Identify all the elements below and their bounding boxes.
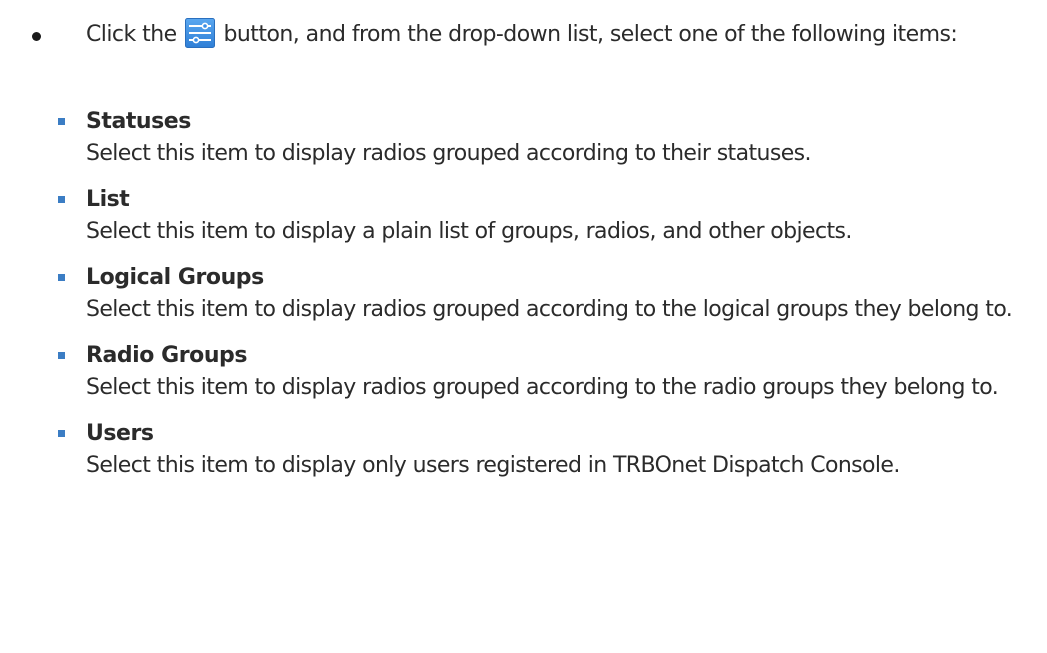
list-item: Logical Groups Select this item to displ… — [58, 262, 1041, 326]
square-bullet — [58, 274, 65, 281]
option-description: Select this item to display radios group… — [86, 141, 811, 166]
option-description: Select this item to display a plain list… — [86, 219, 852, 244]
list-item: Radio Groups Select this item to display… — [58, 340, 1041, 404]
option-title: Statuses — [86, 109, 191, 134]
option-title: List — [86, 187, 130, 212]
square-bullet — [58, 430, 65, 437]
instruction-item: Click the button, and from the drop-down… — [32, 18, 1042, 51]
option-title: Logical Groups — [86, 265, 264, 290]
list-item: List Select this item to display a plain… — [58, 184, 1041, 248]
instruction-text: Click the button, and from the drop-down… — [86, 18, 1042, 51]
option-title: Users — [86, 421, 154, 446]
option-description: Select this item to display only users r… — [86, 453, 900, 478]
square-bullet — [58, 196, 65, 203]
square-bullet — [58, 352, 65, 359]
option-list: Statuses Select this item to display rad… — [58, 106, 1041, 496]
document-page: Click the button, and from the drop-down… — [0, 0, 1047, 653]
list-item: Users Select this item to display only u… — [58, 418, 1041, 482]
square-bullet — [58, 118, 65, 125]
bullet-dot — [32, 32, 41, 41]
option-description: Select this item to display radios group… — [86, 375, 999, 400]
instruction-after-icon: button, and from the drop-down list, sel… — [223, 22, 958, 47]
instruction-before-icon: Click the — [86, 22, 177, 47]
list-item: Statuses Select this item to display rad… — [58, 106, 1041, 170]
option-description: Select this item to display radios group… — [86, 297, 1013, 322]
sliders-icon — [185, 18, 216, 48]
option-title: Radio Groups — [86, 343, 247, 368]
